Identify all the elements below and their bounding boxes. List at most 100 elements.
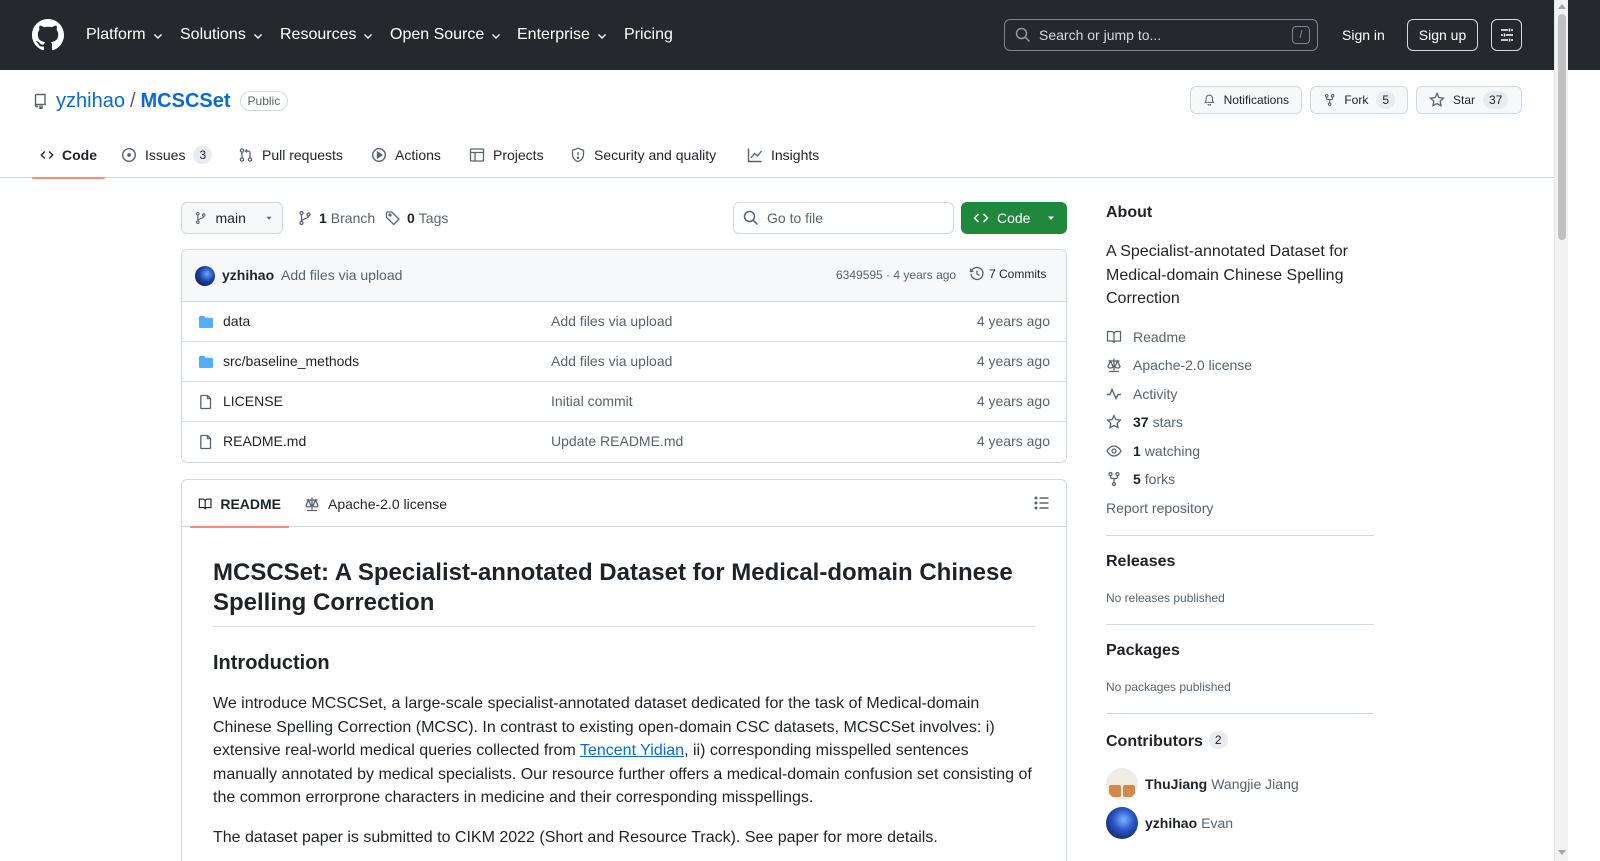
file-name-link[interactable]: data [223, 313, 250, 329]
tag-label: Tags [418, 210, 449, 226]
file-name-link[interactable]: LICENSE [223, 393, 283, 409]
tab-label: Pull requests [262, 147, 343, 163]
tab-issues[interactable]: Issues 3 [113, 132, 220, 178]
repo-separator: / [129, 89, 136, 112]
readme-title: MCSCSet: A Specialist-annotated Dataset … [213, 558, 1035, 627]
activity-link[interactable]: Activity [1106, 384, 1177, 404]
table-row: README.md Update README.md 4 years ago [182, 422, 1066, 462]
search-input[interactable]: Search or jump to... / [1004, 19, 1318, 51]
fork-count: 5 [1376, 91, 1395, 109]
file-name-link[interactable]: src/baseline_methods [223, 353, 359, 369]
commits-history-link[interactable]: 7 Commits [969, 266, 1046, 282]
file-name-link[interactable]: README.md [223, 433, 306, 449]
stars-label: stars [1152, 414, 1183, 430]
nav-open-source[interactable]: Open Source [390, 0, 502, 70]
star-icon [1106, 414, 1122, 429]
nav-pricing[interactable]: Pricing [624, 0, 673, 70]
latest-commit-row: yzhihao Add files via upload 6349595 · 4… [182, 250, 1066, 302]
repo-name-link[interactable]: MCSCSet [141, 90, 231, 113]
tags-link[interactable]: 0 Tags [385, 202, 448, 234]
nav-platform[interactable]: Platform [86, 0, 164, 70]
nav-label: Pricing [624, 26, 673, 43]
branch-count: 1 [319, 210, 327, 226]
nav-enterprise[interactable]: Enterprise [517, 0, 608, 70]
table-of-contents-icon[interactable] [1034, 495, 1050, 511]
tab-actions[interactable]: Actions [363, 132, 449, 178]
search-icon [743, 210, 759, 226]
tab-projects[interactable]: Projects [461, 132, 552, 178]
forks-link[interactable]: 5 forks [1106, 469, 1175, 489]
search-placeholder: Search or jump to... [1039, 27, 1162, 43]
go-to-file-input[interactable]: Go to file [733, 202, 954, 234]
sign-in-link[interactable]: Sign in [1334, 19, 1393, 51]
readme-link[interactable]: Readme [1106, 327, 1186, 347]
branch-select-button[interactable]: main [181, 202, 283, 234]
code-dropdown-button[interactable]: Code [961, 202, 1067, 234]
table-icon [469, 148, 485, 162]
notifications-button[interactable]: Notifications [1190, 86, 1302, 114]
tag-count: 0 [407, 210, 415, 226]
sliders-icon [1500, 28, 1513, 42]
file-commit-message[interactable]: Add files via upload [551, 353, 672, 369]
fork-button[interactable]: Fork 5 [1310, 86, 1408, 114]
tab-security[interactable]: Security and quality [562, 132, 724, 178]
commit-author-link[interactable]: yzhihao [222, 267, 274, 283]
folder-icon [199, 356, 213, 368]
branches-link[interactable]: 1 Branch [297, 202, 375, 234]
book-icon [1106, 330, 1122, 344]
tab-insights[interactable]: Insights [739, 132, 827, 178]
releases-heading[interactable]: Releases [1106, 553, 1175, 571]
file-age: 4 years ago [976, 433, 1050, 449]
commit-message-link[interactable]: Add files via upload [281, 267, 402, 283]
report-repository-link[interactable]: Report repository [1106, 498, 1213, 518]
contributor-item[interactable]: ThuJiang Wangjie Jiang [1106, 768, 1299, 800]
nav-solutions[interactable]: Solutions [180, 0, 264, 70]
history-icon [969, 266, 984, 281]
menu-button[interactable] [1491, 19, 1522, 51]
file-commit-message[interactable]: Update README.md [551, 433, 683, 449]
repo-owner-link[interactable]: yzhihao [56, 90, 125, 113]
star-button[interactable]: Star 37 [1416, 86, 1522, 114]
tencent-yidian-link[interactable]: Tencent Yidian [580, 742, 684, 759]
avatar[interactable] [195, 266, 215, 286]
page-scrollbar[interactable] [1554, 0, 1568, 861]
packages-heading[interactable]: Packages [1106, 642, 1180, 660]
sign-up-button[interactable]: Sign up [1407, 19, 1478, 51]
readme-tabs: README Apache-2.0 license [182, 480, 1066, 528]
avatar [1106, 807, 1138, 839]
github-logo-icon[interactable] [32, 19, 64, 51]
tab-label: Issues [145, 147, 186, 163]
file-commit-message[interactable]: Initial commit [551, 393, 633, 409]
tab-label: Security and quality [594, 147, 717, 163]
tab-code[interactable]: Code [32, 132, 105, 179]
releases-empty-text: No releases published [1106, 591, 1225, 605]
stars-link[interactable]: 37 stars [1106, 412, 1183, 432]
file-commit-message[interactable]: Add files via upload [551, 313, 672, 329]
code-icon [40, 151, 54, 159]
branch-icon [299, 210, 311, 226]
scroll-up-arrow-icon[interactable] [1558, 4, 1566, 9]
tab-label: README [220, 495, 281, 512]
contributor-name: Wangjie Jiang [1211, 776, 1299, 792]
tab-readme[interactable]: README [190, 480, 289, 528]
contributor-item[interactable]: yzhihao Evan [1106, 807, 1233, 839]
license-link[interactable]: Apache-2.0 license [1106, 355, 1252, 375]
watching-count: 1 [1133, 443, 1141, 459]
nav-resources[interactable]: Resources [280, 0, 374, 70]
readme-label: Readme [1133, 329, 1186, 345]
fork-label: Fork [1344, 93, 1369, 107]
shield-icon [571, 147, 585, 163]
chevron-down-icon [253, 34, 262, 39]
scrollbar-thumb[interactable] [1558, 14, 1566, 240]
pull-request-icon [239, 148, 253, 162]
table-row: data Add files via upload 4 years ago [182, 302, 1066, 342]
contributors-heading[interactable]: Contributors 2 [1106, 731, 1228, 751]
file-icon [200, 434, 212, 450]
file-table: yzhihao Add files via upload 6349595 · 4… [181, 249, 1067, 463]
scroll-down-arrow-icon[interactable] [1558, 850, 1566, 855]
file-age: 4 years ago [976, 353, 1050, 369]
tab-pull-requests[interactable]: Pull requests [230, 132, 351, 178]
tab-license[interactable]: Apache-2.0 license [296, 480, 455, 527]
watchers-link[interactable]: 1 watching [1106, 441, 1200, 461]
commit-hash-age[interactable]: 6349595 · 4 years ago [836, 268, 956, 282]
